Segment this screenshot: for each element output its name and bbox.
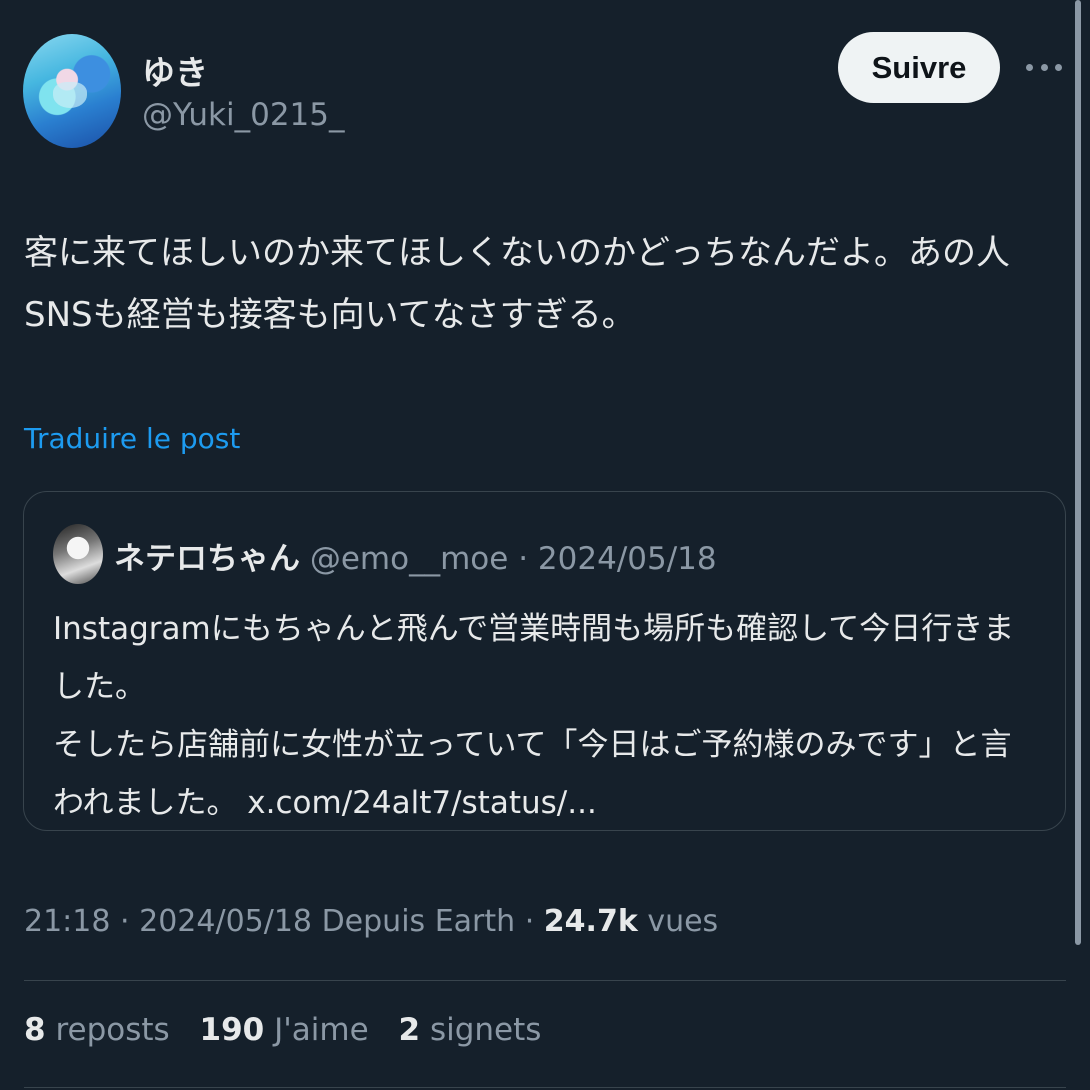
more-dot: [1026, 63, 1033, 71]
more-dot: [1040, 63, 1048, 71]
reposts-count: 8: [24, 1012, 46, 1048]
bookmarks-count: 2: [398, 1012, 421, 1048]
likes-count: 190: [199, 1012, 265, 1048]
tweet-text: 客に来てほしいのか来てほしくないのかどっちなんだよ。あの人 SNSも経営も接客も…: [24, 233, 1010, 335]
quote-date: 2024/05/18: [537, 541, 717, 577]
likes-label: J'aime: [274, 1012, 369, 1048]
post-meta: 21:18 · 2024/05/18 Depuis Earth · 24.7k …: [24, 904, 718, 939]
divider: [24, 980, 1066, 981]
follow-button[interactable]: Suivre: [838, 32, 1000, 103]
bookmarks-label: signets: [429, 1012, 542, 1048]
quote-header: ネテロちゃん @emo__moe · 2024/05/18: [114, 533, 717, 578]
meta-separator: ·: [120, 904, 130, 939]
engagement-stats: 8 reposts 190 J'aime 2 signets: [24, 1012, 561, 1048]
view-count: 24.7k: [543, 904, 638, 939]
post-time[interactable]: 21:18: [24, 904, 110, 939]
translate-post-link[interactable]: Traduire le post: [24, 422, 240, 455]
view-label: vues: [647, 904, 719, 939]
more-horizontal-icon[interactable]: [1026, 60, 1062, 74]
likes-stat[interactable]: 190 J'aime: [200, 1012, 369, 1048]
author-avatar[interactable]: [23, 34, 121, 148]
reposts-label: reposts: [55, 1012, 170, 1048]
quote-handle: @emo__moe: [309, 541, 509, 577]
more-dot: [1055, 63, 1062, 71]
divider: [24, 1087, 1066, 1088]
post-date[interactable]: 2024/05/18: [139, 904, 312, 939]
bookmarks-stat[interactable]: 2 signets: [399, 1012, 542, 1048]
quote-display-name: ネテロちゃん: [114, 541, 300, 577]
post-source: Depuis Earth: [321, 904, 516, 939]
author-display-name[interactable]: ゆき: [142, 46, 208, 94]
scrollbar[interactable]: [1075, 0, 1081, 945]
quote-separator: ·: [518, 541, 529, 577]
quote-author-avatar: [53, 524, 103, 584]
meta-separator: ·: [524, 904, 535, 939]
author-handle[interactable]: @Yuki_0215_: [142, 97, 344, 133]
reposts-stat[interactable]: 8 reposts: [24, 1012, 170, 1048]
quote-text: Instagramにもちゃんと飛んで営業時間も場所も確認して今日行きました。 そ…: [53, 611, 1015, 821]
